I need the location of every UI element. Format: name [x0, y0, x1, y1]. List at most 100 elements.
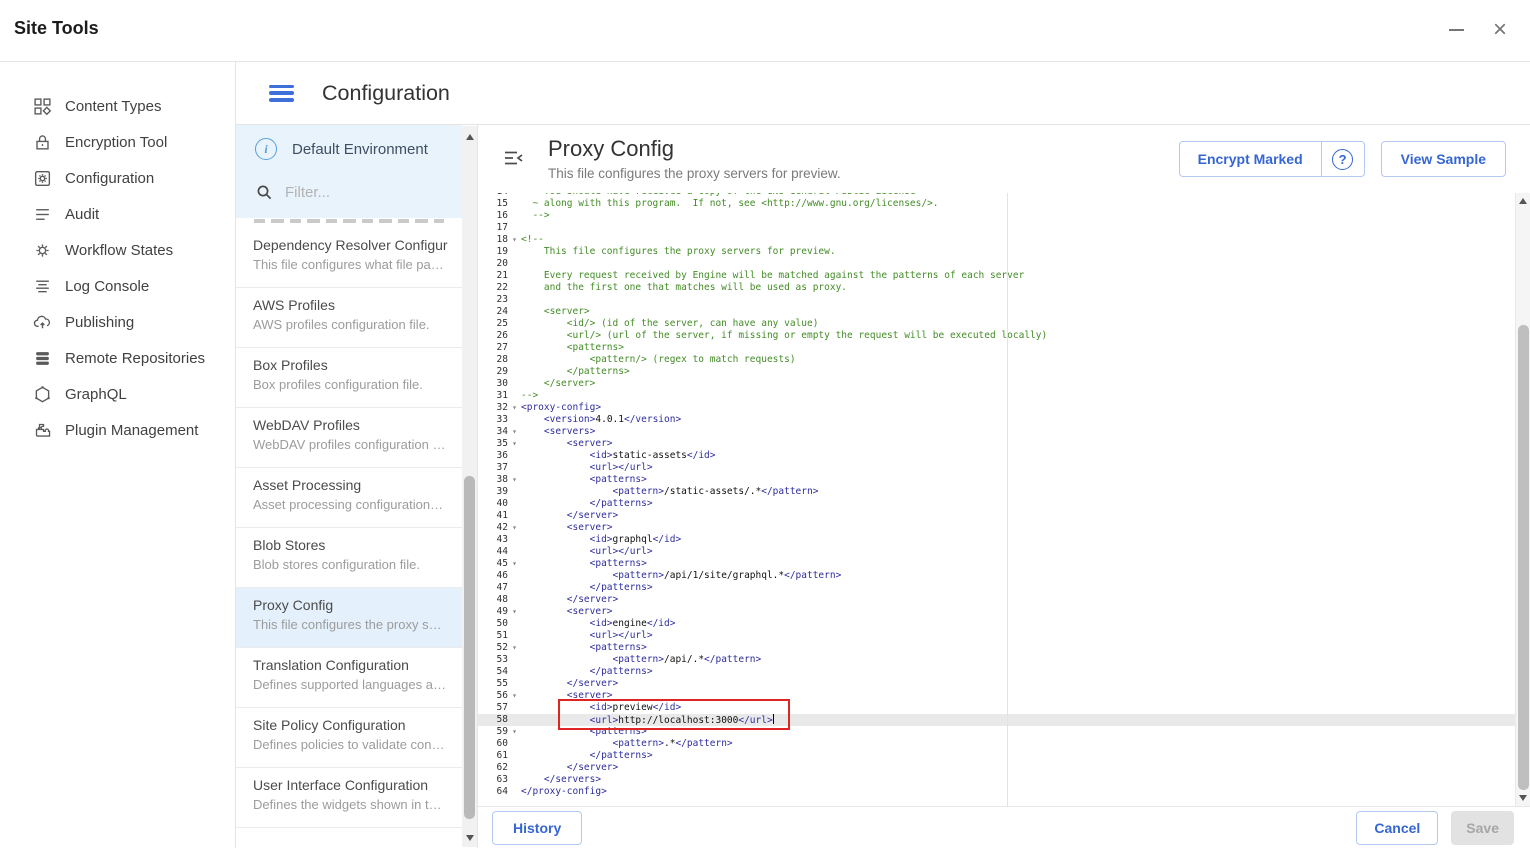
- code-line[interactable]: 21 Every request received by Engine will…: [478, 270, 1530, 282]
- scroll-down-arrow-icon[interactable]: [1519, 795, 1527, 801]
- code-line[interactable]: 26 <url/> (url of the server, if missing…: [478, 330, 1530, 342]
- editor-scrollbar-thumb[interactable]: [1518, 325, 1529, 790]
- fold-arrow-icon[interactable]: ▾: [508, 438, 521, 450]
- code-line[interactable]: 18▾<!--: [478, 234, 1530, 246]
- code-line[interactable]: 31-->: [478, 390, 1530, 402]
- code-line[interactable]: 15 ~ along with this program. If not, se…: [478, 198, 1530, 210]
- sidebar-item-encryption-tool[interactable]: Encryption Tool: [0, 124, 235, 160]
- sidebar-item-log-console[interactable]: Log Console: [0, 268, 235, 304]
- fold-arrow-icon[interactable]: ▾: [508, 426, 521, 438]
- code-line[interactable]: 46 <pattern>/api/1/site/graphql.*</patte…: [478, 570, 1530, 582]
- history-button[interactable]: History: [492, 811, 582, 845]
- code-line[interactable]: 40 </patterns>: [478, 498, 1530, 510]
- code-line[interactable]: 34▾ <servers>: [478, 426, 1530, 438]
- config-file-item[interactable]: Box ProfilesBox profiles configuration f…: [236, 348, 462, 408]
- config-file-item[interactable]: Dependency Resolver Configur…This file c…: [236, 228, 462, 288]
- partially-visible-list-item[interactable]: [236, 218, 462, 228]
- code-line[interactable]: 22 and the first one that matches will b…: [478, 282, 1530, 294]
- code-line[interactable]: 62 </server>: [478, 762, 1530, 774]
- sidebar-item-remote-repositories[interactable]: Remote Repositories: [0, 340, 235, 376]
- fold-arrow-icon[interactable]: ▾: [508, 474, 521, 486]
- close-icon[interactable]: ×: [1484, 14, 1516, 46]
- code-line[interactable]: 17: [478, 222, 1530, 234]
- code-line[interactable]: 60 <pattern>.*</pattern>: [478, 738, 1530, 750]
- code-line[interactable]: 25 <id/> (id of the server, can have any…: [478, 318, 1530, 330]
- code-line[interactable]: 29 </patterns>: [478, 366, 1530, 378]
- collapse-panel-icon[interactable]: [504, 150, 524, 168]
- fold-arrow-icon[interactable]: ▾: [508, 402, 521, 414]
- code-line[interactable]: 19 This file configures the proxy server…: [478, 246, 1530, 258]
- code-line[interactable]: 36 <id>static-assets</id>: [478, 450, 1530, 462]
- info-icon[interactable]: i: [255, 138, 277, 160]
- code-line[interactable]: 38▾ <patterns>: [478, 474, 1530, 486]
- filter-input[interactable]: [283, 183, 437, 202]
- code-line[interactable]: 63 </servers>: [478, 774, 1530, 786]
- code-line[interactable]: 24 <server>: [478, 306, 1530, 318]
- code-line[interactable]: 42▾ <server>: [478, 522, 1530, 534]
- sidebar-item-publishing[interactable]: Publishing: [0, 304, 235, 340]
- scroll-down-arrow-icon[interactable]: [466, 835, 474, 841]
- code-line[interactable]: 27 <patterns>: [478, 342, 1530, 354]
- sidebar-item-graphql[interactable]: GraphQL: [0, 376, 235, 412]
- code-line[interactable]: 52▾ <patterns>: [478, 642, 1530, 654]
- scroll-up-arrow-icon[interactable]: [1519, 198, 1527, 204]
- code-line[interactable]: 35▾ <server>: [478, 438, 1530, 450]
- fold-arrow-icon[interactable]: ▾: [508, 522, 521, 534]
- code-line[interactable]: 55 </server>: [478, 678, 1530, 690]
- code-line[interactable]: 30 </server>: [478, 378, 1530, 390]
- fold-arrow-icon[interactable]: ▾: [508, 606, 521, 618]
- code-line[interactable]: 51 <url></url>: [478, 630, 1530, 642]
- fold-arrow-icon[interactable]: ▾: [508, 558, 521, 570]
- list-scrollbar-thumb[interactable]: [464, 476, 475, 819]
- config-file-item[interactable]: Site Policy ConfigurationDefines policie…: [236, 708, 462, 768]
- hamburger-menu-icon[interactable]: [269, 85, 294, 102]
- code-line[interactable]: 39 <pattern>/static-assets/.*</pattern>: [478, 486, 1530, 498]
- code-line[interactable]: 23: [478, 294, 1530, 306]
- code-line[interactable]: 33 <version>4.0.1</version>: [478, 414, 1530, 426]
- code-line[interactable]: 53 <pattern>/api/.*</pattern>: [478, 654, 1530, 666]
- editor-scrollbar[interactable]: [1515, 193, 1530, 806]
- config-file-item[interactable]: WebDAV ProfilesWebDAV profiles configura…: [236, 408, 462, 468]
- code-line[interactable]: 28 <pattern/> (regex to match requests): [478, 354, 1530, 366]
- code-line[interactable]: 43 <id>graphql</id>: [478, 534, 1530, 546]
- save-button[interactable]: Save: [1451, 811, 1514, 845]
- config-file-item[interactable]: AWS ProfilesAWS profiles configuration f…: [236, 288, 462, 348]
- cancel-button[interactable]: Cancel: [1356, 811, 1438, 845]
- sidebar-item-configuration[interactable]: Configuration: [0, 160, 235, 196]
- config-file-item[interactable]: User Interface ConfigurationDefines the …: [236, 768, 462, 828]
- view-sample-button[interactable]: View Sample: [1381, 141, 1506, 177]
- code-line[interactable]: 41 </server>: [478, 510, 1530, 522]
- code-line[interactable]: 64</proxy-config>: [478, 786, 1530, 798]
- fold-arrow-icon[interactable]: ▾: [508, 234, 521, 246]
- code-line[interactable]: 37 <url></url>: [478, 462, 1530, 474]
- sidebar-item-content-types[interactable]: Content Types: [0, 88, 235, 124]
- code-line[interactable]: 49▾ <server>: [478, 606, 1530, 618]
- fold-arrow-icon[interactable]: ▾: [508, 726, 521, 738]
- code-line[interactable]: 47 </patterns>: [478, 582, 1530, 594]
- list-scrollbar[interactable]: [462, 126, 477, 847]
- code-editor[interactable]: 14 ~ You should have received a copy of …: [478, 193, 1530, 806]
- fold-arrow-icon[interactable]: ▾: [508, 690, 521, 702]
- encrypt-marked-button[interactable]: Encrypt Marked: [1180, 142, 1321, 176]
- code-line[interactable]: 45▾ <patterns>: [478, 558, 1530, 570]
- code-line[interactable]: 61 </patterns>: [478, 750, 1530, 762]
- code-line[interactable]: 44 <url></url>: [478, 546, 1530, 558]
- sidebar-item-workflow-states[interactable]: Workflow States: [0, 232, 235, 268]
- sidebar-item-audit[interactable]: Audit: [0, 196, 235, 232]
- config-file-item[interactable]: Translation ConfigurationDefines support…: [236, 648, 462, 708]
- code-line[interactable]: 50 <id>engine</id>: [478, 618, 1530, 630]
- scroll-up-arrow-icon[interactable]: [466, 134, 474, 140]
- config-file-item[interactable]: Asset ProcessingAsset processing configu…: [236, 468, 462, 528]
- code-line[interactable]: 16 -->: [478, 210, 1530, 222]
- code-line[interactable]: 48 </server>: [478, 594, 1530, 606]
- encrypt-help-button[interactable]: ?: [1321, 142, 1364, 176]
- code-text: Every request received by Engine will be…: [521, 270, 1024, 282]
- fold-arrow-icon[interactable]: ▾: [508, 642, 521, 654]
- code-line[interactable]: 32▾<proxy-config>: [478, 402, 1530, 414]
- config-file-item[interactable]: Blob StoresBlob stores configuration fil…: [236, 528, 462, 588]
- code-line[interactable]: 20: [478, 258, 1530, 270]
- sidebar-item-plugin-management[interactable]: Plugin Management: [0, 412, 235, 448]
- minimize-icon[interactable]: [1440, 14, 1472, 46]
- config-file-item[interactable]: Proxy ConfigThis file configures the pro…: [236, 588, 462, 648]
- code-line[interactable]: 54 </patterns>: [478, 666, 1530, 678]
